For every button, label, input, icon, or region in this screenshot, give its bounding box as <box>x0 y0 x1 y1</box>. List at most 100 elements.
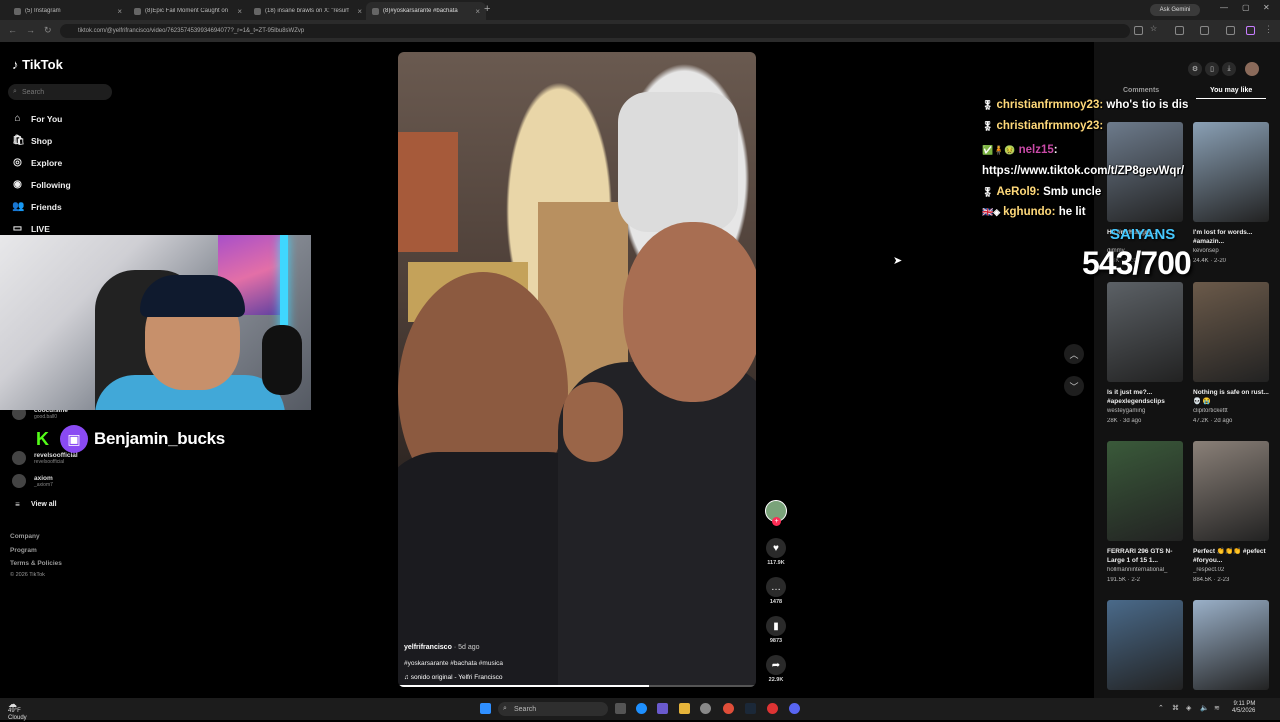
recommended-video-caption[interactable]: Is it just me?... #apexlegendsclips <box>1107 388 1185 406</box>
url-field[interactable]: tiktok.com/@yelfrifrancisco/video/762357… <box>60 24 1130 38</box>
nav-friends[interactable]: 👥 Friends <box>12 201 62 212</box>
browser-tab[interactable]: (18) insane brawls on X: "resurf × <box>248 2 368 20</box>
recommended-video-author[interactable]: kevonsep <box>1193 248 1271 254</box>
recommended-video-caption[interactable]: I'm lost for words... #amazin... <box>1193 228 1271 246</box>
recommended-video-stats: 28K · 3d ago <box>1107 418 1142 424</box>
profile-avatar[interactable] <box>1245 62 1259 76</box>
share-button[interactable]: ➦ 22.9K <box>765 655 787 683</box>
close-icon[interactable]: × <box>475 7 480 16</box>
volume-icon[interactable]: 🔈 <box>1200 704 1209 712</box>
list-icon: ≡ <box>15 500 20 509</box>
windows-taskbar: ☁ 49°F Cloudy ⌕ Search ⌃ ⌘ ◈ 🔈 ≋ 9:11 PM 4/5… <box>0 698 1280 722</box>
like-button[interactable]: ♥ 117.9K <box>765 538 787 566</box>
footer-company[interactable]: Company <box>10 533 40 540</box>
recommended-video-thumbnail[interactable] <box>1107 600 1183 690</box>
reload-icon[interactable]: ↻ <box>44 25 52 36</box>
nav-for-you[interactable]: ⌂ For You <box>12 113 62 124</box>
copilot-icon[interactable] <box>657 703 668 714</box>
tiktok-logo[interactable]: ♪ TikTok <box>12 57 63 72</box>
recommended-video-caption[interactable]: Nothing is safe on rust... 💀 😭 <box>1193 388 1271 406</box>
file-explorer-icon[interactable] <box>679 703 690 714</box>
steam-icon[interactable] <box>745 703 756 714</box>
view-all-link[interactable]: ≡ View all <box>12 500 56 509</box>
forward-icon[interactable]: → <box>26 25 35 35</box>
tray-icon[interactable]: ◈ <box>1186 704 1191 712</box>
close-window-icon[interactable]: ✕ <box>1263 3 1270 12</box>
download-app-icon[interactable]: ⤓ <box>1222 62 1236 76</box>
footer-terms[interactable]: Terms & Policies <box>10 560 62 567</box>
avatar <box>12 451 26 465</box>
follow-plus-button[interactable]: + <box>772 517 781 526</box>
recommended-video-author[interactable]: hollmanninternational_ <box>1107 567 1185 573</box>
wifi-icon[interactable]: ≋ <box>1214 704 1220 712</box>
nav-label: LIVE <box>31 223 50 234</box>
recommended-video-thumbnail[interactable] <box>1193 441 1269 541</box>
chat-text: who's tio is dis <box>1106 99 1189 111</box>
tab-comments[interactable]: Comments <box>1123 87 1159 94</box>
recommended-video-thumbnail[interactable] <box>1107 441 1183 541</box>
nav-shop[interactable]: 🛍 Shop <box>12 135 52 146</box>
tab-you-may-like[interactable]: You may like <box>1210 87 1252 94</box>
system-clock[interactable]: 9:11 PM 4/5/2026 <box>1232 701 1255 715</box>
cast-icon[interactable] <box>1134 26 1143 35</box>
network-icon[interactable]: ⌘ <box>1172 704 1179 712</box>
followed-account[interactable]: revelsoofficial revelsoofficial <box>12 451 78 465</box>
video-player[interactable]: yelfrifrancisco · 5d ago #yoskarsarante … <box>398 52 756 687</box>
cloud-icon: ☁ <box>8 699 17 709</box>
discord-icon[interactable] <box>789 703 800 714</box>
edge-icon[interactable] <box>636 703 647 714</box>
next-video-button[interactable]: ﹀ <box>1064 376 1084 396</box>
footer-program[interactable]: Program <box>10 547 37 554</box>
comment-button[interactable]: … 1478 <box>765 577 787 605</box>
recommended-video-author[interactable]: westeygaming <box>1107 408 1185 414</box>
maximize-icon[interactable]: ▢ <box>1242 3 1250 12</box>
video-progress-bar[interactable] <box>398 685 756 687</box>
recommended-video-caption[interactable]: FERRARI 296 GTS N-Large 1 of 15 1... <box>1107 547 1185 565</box>
followed-account[interactable]: axiom _axiom7 <box>12 474 53 488</box>
back-icon[interactable]: ← <box>8 25 17 35</box>
browser-tab[interactable]: (8)Epic Fail Moment Caught on × <box>128 2 248 20</box>
recommended-video-thumbnail[interactable] <box>1193 600 1269 690</box>
recommended-video-author[interactable]: clipitortickettt <box>1193 408 1271 414</box>
recommended-video-author[interactable]: _respect.02 <box>1193 567 1271 573</box>
chrome-icon[interactable] <box>723 703 734 714</box>
extensions-icon[interactable] <box>1175 26 1184 35</box>
download-icon[interactable] <box>1226 26 1235 35</box>
close-icon[interactable]: × <box>237 7 242 16</box>
app-icon[interactable] <box>767 703 778 714</box>
close-icon[interactable]: × <box>357 7 362 16</box>
menu-icon[interactable]: ⋮ <box>1264 24 1273 35</box>
video-username[interactable]: yelfrifrancisco <box>404 644 452 651</box>
taskbar-search[interactable]: ⌕ Search <box>498 702 608 716</box>
tray-chevron-icon[interactable]: ⌃ <box>1158 704 1164 712</box>
video-hashtags[interactable]: #yoskarsarante #bachata #musica <box>404 660 503 667</box>
video-sound[interactable]: sonido original - Yelfri Francisco <box>411 674 503 681</box>
search-input[interactable]: ⌕ Search <box>8 84 112 100</box>
previous-video-button[interactable]: ︿ <box>1064 344 1084 364</box>
weather-widget[interactable]: ☁ 49°F Cloudy <box>8 699 27 722</box>
recommended-video-thumbnail[interactable] <box>1193 122 1269 222</box>
device-icon[interactable]: ▯ <box>1205 62 1219 76</box>
windows-start-icon[interactable] <box>480 703 491 714</box>
settings-gear-icon[interactable] <box>700 703 711 714</box>
new-tab-button[interactable]: + <box>484 3 490 15</box>
settings-icon[interactable]: ⚙ <box>1188 62 1202 76</box>
ask-gemini-button[interactable]: Ask Gemini <box>1150 4 1200 16</box>
account-handle: good.ball0 <box>34 413 58 420</box>
close-icon[interactable]: × <box>117 7 122 16</box>
recommended-video-thumbnail[interactable] <box>1107 282 1183 382</box>
gemini-icon[interactable] <box>1246 26 1255 35</box>
recommended-video-caption[interactable]: Perfect 👏👏👏 #pefect #foryou... <box>1193 547 1271 565</box>
sidepanel-icon[interactable] <box>1200 26 1209 35</box>
nav-following[interactable]: ◉ Following <box>12 179 71 190</box>
browser-tab[interactable]: (5) Instagram × <box>8 2 128 20</box>
browser-tab-active[interactable]: (8)#yoskarsarante #bachata × <box>366 2 486 20</box>
save-button[interactable]: ▮ 9873 <box>765 616 787 644</box>
minimize-icon[interactable]: — <box>1220 3 1228 12</box>
recommended-video-thumbnail[interactable] <box>1193 282 1269 382</box>
nav-explore[interactable]: ◎ Explore <box>12 157 62 168</box>
task-view-icon[interactable] <box>615 703 626 714</box>
nav-live[interactable]: ▭ LIVE <box>12 223 50 234</box>
stream-name-overlay: K ▣ Benjamin_bucks <box>36 425 225 453</box>
bookmark-star-icon[interactable]: ☆ <box>1150 24 1159 33</box>
